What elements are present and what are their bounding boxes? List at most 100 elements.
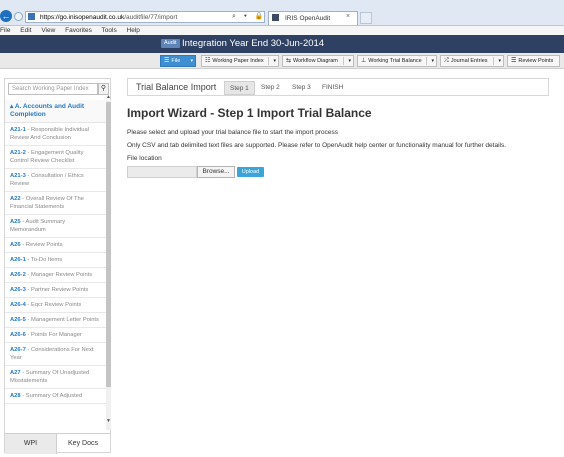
- item-label: Summary Of Adjusted: [25, 393, 83, 399]
- item-label: Manager Review Points: [30, 272, 93, 278]
- list-item[interactable]: A26-6 - Points For Manager: [5, 328, 106, 343]
- item-code: A21-3: [10, 173, 26, 179]
- audit-badge: Audit: [161, 39, 180, 48]
- working-trial-balance-label: Working Trial Balance: [368, 58, 422, 64]
- site-icon: [28, 13, 35, 20]
- list-item[interactable]: A26-1 - To-Do Items: [5, 253, 106, 268]
- item-code: A26-5: [10, 317, 26, 323]
- list-item[interactable]: A26-5 - Management Letter Points: [5, 313, 106, 328]
- chevron-down-icon: ▾: [498, 58, 501, 64]
- app-header: Audit Integration Year End 30-Jun-2014: [0, 35, 564, 53]
- list-item[interactable]: A27 - Summary Of Unadjusted Misstatement…: [5, 366, 106, 389]
- menu-tools[interactable]: Tools: [102, 27, 117, 34]
- wizard-title: Trial Balance Import: [136, 82, 217, 92]
- list-item[interactable]: A21-3 - Consultation / Ethics Review: [5, 169, 106, 192]
- file-menu-button[interactable]: ☰ File ▾: [160, 55, 196, 67]
- forward-icon[interactable]: [14, 12, 23, 21]
- item-label: Management Letter Points: [30, 317, 99, 323]
- file-location-input[interactable]: [127, 166, 197, 178]
- list-item[interactable]: A26-4 - Eqcr Review Points: [5, 298, 106, 313]
- list-item[interactable]: A26 - Review Points: [5, 238, 106, 253]
- browser-tab[interactable]: IRIS OpenAudit: [268, 11, 358, 25]
- tab-key-docs[interactable]: Key Docs: [57, 434, 109, 454]
- working-paper-index-label: Working Paper Index: [212, 58, 264, 64]
- item-code: A26-6: [10, 332, 26, 338]
- workflow-diagram-button[interactable]: ⇆ Workflow Diagram ▾: [282, 55, 354, 67]
- menu-edit[interactable]: Edit: [20, 27, 31, 34]
- tab-wpi[interactable]: WPI: [5, 434, 57, 454]
- scroll-thumb[interactable]: [106, 102, 111, 387]
- item-label: Eqcr Review Points: [30, 302, 82, 308]
- working-trial-balance-button[interactable]: ⊥ Working Trial Balance ▾: [357, 55, 437, 67]
- menu-view[interactable]: View: [41, 27, 55, 34]
- list-item[interactable]: A21-2 - Engagement Quality Control Revie…: [5, 146, 106, 169]
- scroll-down-icon[interactable]: ▼: [105, 418, 112, 424]
- list-item[interactable]: A25 - Audit Summary Memorandum: [5, 215, 106, 238]
- workflow-diagram-label: Workflow Diagram: [293, 58, 338, 64]
- chevron-down-icon: ▾: [348, 58, 351, 64]
- item-code: A26-3: [10, 287, 26, 293]
- journal-entries-button[interactable]: ⤮ Journal Entries ▾: [440, 55, 504, 67]
- sidebar-scrollbar[interactable]: ▲ ▼: [105, 94, 112, 430]
- list-item[interactable]: A26-3 - Partner Review Points: [5, 283, 106, 298]
- workflow-icon: ⇆: [286, 58, 292, 64]
- browser-chrome: ← https://go.inisopenaudit.co.uk/auditfi…: [0, 0, 564, 26]
- search-input[interactable]: Search Working Paper Index: [8, 83, 98, 95]
- tab-step-2[interactable]: Step 2: [256, 81, 285, 95]
- tab-close-icon[interactable]: ×: [346, 13, 350, 20]
- tab-favicon-icon: [272, 14, 279, 21]
- file-location-label: File location: [127, 155, 162, 162]
- sidebar-tabs: WPI Key Docs: [5, 433, 110, 454]
- item-code: A27: [10, 370, 21, 376]
- wizard-heading: Import Wizard - Step 1 Import Trial Bala…: [127, 106, 372, 120]
- list-icon: ☰: [164, 58, 170, 64]
- back-arrow-icon[interactable]: ←: [0, 10, 12, 22]
- instruction-text: Please select and upload your trial bala…: [127, 129, 339, 136]
- menu-help[interactable]: Help: [127, 27, 140, 34]
- scroll-up-icon[interactable]: ▲: [105, 94, 112, 100]
- list-item[interactable]: A21-1 - Responsible Individual Review An…: [5, 123, 106, 146]
- list-item[interactable]: A26-2 - Manager Review Points: [5, 268, 106, 283]
- item-label: Partner Review Points: [30, 287, 89, 293]
- list-item[interactable]: A28 - Summary Of Adjusted: [5, 389, 106, 404]
- review-points-button[interactable]: ☰ Review Points: [507, 55, 560, 67]
- menu-file[interactable]: File: [0, 27, 10, 34]
- upload-button[interactable]: Upload: [237, 167, 264, 177]
- item-label: Points For Manager: [30, 332, 82, 338]
- working-paper-tree: ▴ A. Accounts and Audit Completion A21-1…: [5, 100, 106, 430]
- caret-up-icon: ▴: [10, 103, 14, 110]
- working-paper-index-button[interactable]: ☷ Working Paper Index ▾: [201, 55, 279, 67]
- new-tab-button[interactable]: [360, 12, 372, 24]
- shuffle-icon: ⤮: [444, 58, 449, 64]
- chevron-down-icon: ▾: [190, 58, 193, 64]
- browse-button[interactable]: Browse...: [197, 166, 235, 178]
- supported-formats-text: Only CSV and tab delimited text files ar…: [127, 142, 507, 149]
- browser-menubar: File Edit View Favorites Tools Help: [0, 26, 564, 35]
- item-label: Review Points: [25, 242, 63, 248]
- working-paper-sidebar: Search Working Paper Index ⚲ ▴ A. Accoun…: [4, 78, 112, 454]
- menu-favorites[interactable]: Favorites: [65, 27, 92, 34]
- tab-step-3[interactable]: Step 3: [287, 81, 316, 95]
- item-code: A26-4: [10, 302, 26, 308]
- item-code: A26-7: [10, 347, 26, 353]
- item-code: A26-1: [10, 257, 26, 263]
- item-code: A22: [10, 196, 21, 202]
- item-code: A25: [10, 219, 21, 225]
- url-host: https://go.inisopenaudit.co.uk: [40, 14, 125, 21]
- journal-entries-label: Journal Entries: [450, 58, 488, 64]
- review-points-label: Review Points: [518, 58, 554, 64]
- item-label: Overall Review Of The Financial Statemen…: [10, 196, 85, 210]
- toolbar: ☰ File ▾ ☷ Working Paper Index ▾ ⇆ Workflow D…: [0, 53, 564, 69]
- list-item[interactable]: A26-7 - Considerations For Next Year: [5, 343, 106, 366]
- address-bar[interactable]: https://go.inisopenaudit.co.uk/auditfile…: [25, 11, 265, 23]
- tab-finish[interactable]: FINISH: [317, 81, 348, 95]
- url-path: /auditfile/77/import: [124, 14, 178, 21]
- page-title: Integration Year End 30-Jun-2014: [182, 38, 325, 49]
- section-header[interactable]: ▴ A. Accounts and Audit Completion: [5, 100, 106, 123]
- list-icon: ☰: [511, 58, 517, 64]
- item-code: A26-2: [10, 272, 26, 278]
- item-code: A28: [10, 393, 21, 399]
- balance-icon: ⊥: [361, 58, 367, 64]
- tab-step-1[interactable]: Step 1: [224, 81, 255, 95]
- list-item[interactable]: A22 - Overall Review Of The Financial St…: [5, 192, 106, 215]
